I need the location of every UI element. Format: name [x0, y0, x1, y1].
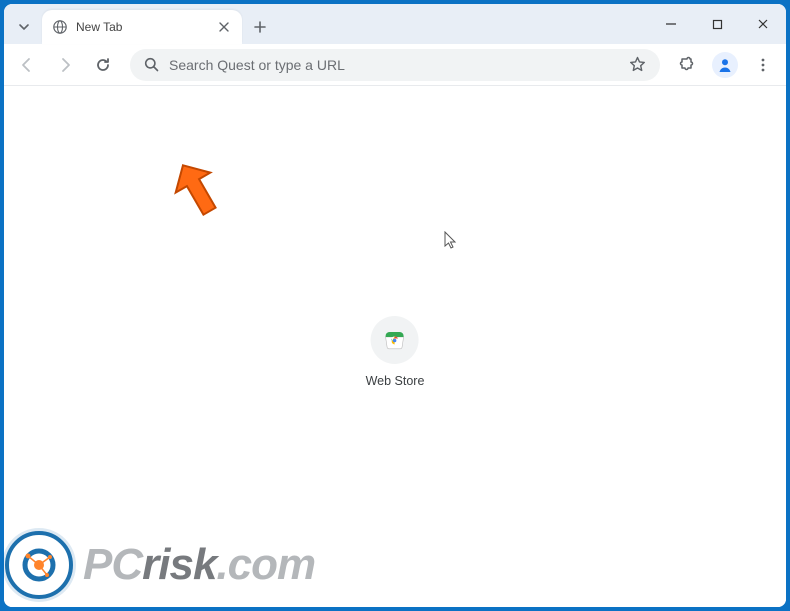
annotation-arrow: [164, 158, 224, 228]
shortcut-label: Web Store: [366, 374, 425, 388]
watermark-text: PCrisk.com: [83, 540, 315, 590]
close-icon: [757, 18, 769, 30]
shortcut-web-store[interactable]: Web Store: [366, 316, 425, 388]
reload-icon: [94, 56, 112, 74]
mouse-cursor: [444, 231, 458, 251]
window-minimize-button[interactable]: [648, 4, 694, 44]
window-close-button[interactable]: [740, 4, 786, 44]
nav-reload-button[interactable]: [86, 48, 120, 82]
tab-search-dropdown[interactable]: [10, 12, 38, 42]
profile-button[interactable]: [708, 48, 742, 82]
browser-tab[interactable]: New Tab: [42, 10, 242, 44]
page-content: Web Store: [4, 86, 786, 607]
nav-forward-button[interactable]: [48, 48, 82, 82]
star-icon: [629, 56, 646, 73]
omnibox[interactable]: [130, 49, 660, 81]
extensions-button[interactable]: [670, 48, 704, 82]
watermark-logo: PCrisk.com: [5, 531, 315, 599]
new-tab-button[interactable]: [246, 13, 274, 41]
arrow-left-icon: [18, 56, 36, 74]
window-maximize-button[interactable]: [694, 4, 740, 44]
kebab-menu-icon: [755, 57, 771, 73]
menu-button[interactable]: [746, 48, 780, 82]
puzzle-icon: [678, 56, 696, 74]
chevron-down-icon: [18, 21, 30, 33]
maximize-icon: [712, 19, 723, 30]
plus-icon: [253, 20, 267, 34]
chrome-store-icon: [384, 329, 406, 351]
search-icon: [144, 57, 159, 72]
bookmark-star-button[interactable]: [629, 56, 646, 73]
close-icon: [219, 22, 229, 32]
arrow-right-icon: [56, 56, 74, 74]
omnibox-input[interactable]: [169, 57, 619, 73]
globe-icon: [52, 19, 68, 35]
tab-close-button[interactable]: [216, 19, 232, 35]
nav-back-button[interactable]: [10, 48, 44, 82]
minimize-icon: [665, 18, 677, 30]
avatar: [712, 52, 738, 78]
watermark-badge-icon: [5, 531, 73, 599]
person-icon: [716, 56, 734, 74]
tab-title: New Tab: [76, 20, 208, 34]
